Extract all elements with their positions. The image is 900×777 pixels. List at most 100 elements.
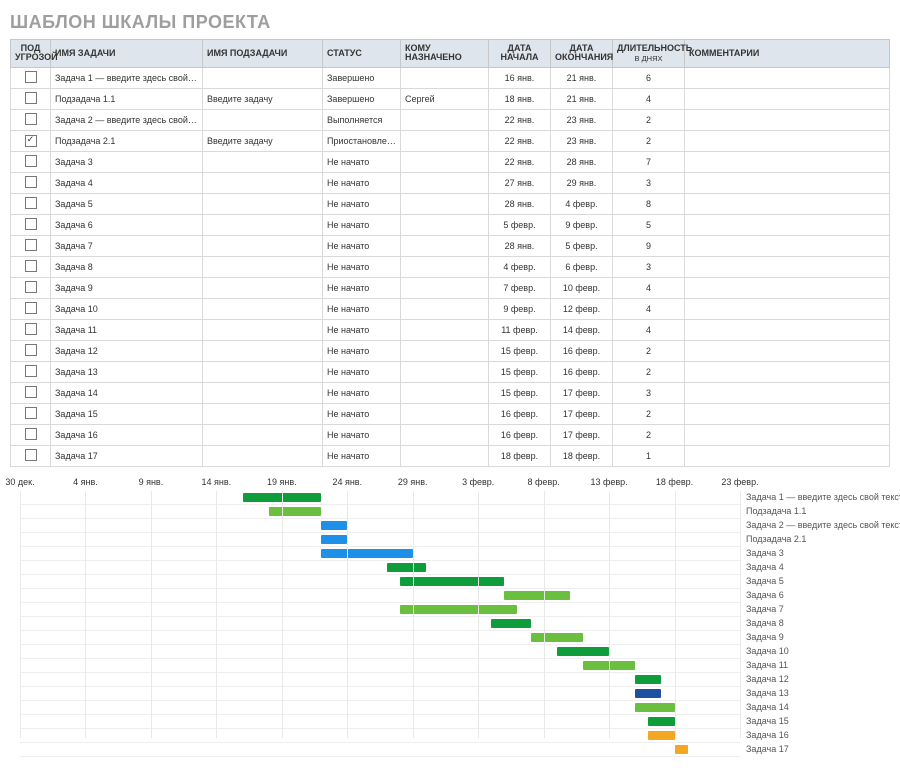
cell-start[interactable]: 15 февр.	[489, 340, 551, 361]
cell-start[interactable]: 5 февр.	[489, 214, 551, 235]
risk-checkbox[interactable]	[25, 92, 37, 104]
gantt-bar[interactable]	[648, 731, 674, 740]
risk-checkbox[interactable]	[25, 386, 37, 398]
cell-status[interactable]: Не начато	[323, 340, 401, 361]
cell-end[interactable]: 18 февр.	[551, 445, 613, 466]
risk-checkbox[interactable]	[25, 302, 37, 314]
cell-end[interactable]: 17 февр.	[551, 382, 613, 403]
cell-end[interactable]: 29 янв.	[551, 172, 613, 193]
risk-checkbox[interactable]	[25, 113, 37, 125]
cell-dur[interactable]: 3	[613, 382, 685, 403]
cell-sub[interactable]	[203, 319, 323, 340]
cell-start[interactable]: 15 февр.	[489, 382, 551, 403]
gantt-bar[interactable]	[635, 675, 661, 684]
cell-end[interactable]: 9 февр.	[551, 214, 613, 235]
cell-assign[interactable]	[401, 277, 489, 298]
cell-dur[interactable]: 1	[613, 445, 685, 466]
cell-assign[interactable]	[401, 424, 489, 445]
cell-comm[interactable]	[685, 88, 890, 109]
cell-task[interactable]: Задача 16	[51, 424, 203, 445]
cell-sub[interactable]: Введите задачу	[203, 88, 323, 109]
cell-sub[interactable]	[203, 109, 323, 130]
gantt-bar[interactable]	[504, 591, 569, 600]
cell-sub[interactable]	[203, 277, 323, 298]
cell-status[interactable]: Не начато	[323, 235, 401, 256]
risk-checkbox[interactable]	[25, 176, 37, 188]
cell-comm[interactable]	[685, 298, 890, 319]
risk-checkbox[interactable]	[25, 449, 37, 461]
cell-status[interactable]: Завершено	[323, 67, 401, 88]
cell-assign[interactable]	[401, 172, 489, 193]
cell-end[interactable]: 17 февр.	[551, 424, 613, 445]
gantt-bar[interactable]	[321, 521, 347, 530]
cell-assign[interactable]	[401, 298, 489, 319]
cell-comm[interactable]	[685, 361, 890, 382]
gantt-bar[interactable]	[321, 535, 347, 544]
cell-dur[interactable]: 5	[613, 214, 685, 235]
gantt-bar[interactable]	[635, 689, 661, 698]
cell-task[interactable]: Задача 4	[51, 172, 203, 193]
risk-checkbox[interactable]	[25, 344, 37, 356]
cell-sub[interactable]	[203, 235, 323, 256]
cell-sub[interactable]	[203, 193, 323, 214]
cell-task[interactable]: Задача 8	[51, 256, 203, 277]
risk-checkbox[interactable]	[25, 365, 37, 377]
cell-status[interactable]: Завершено	[323, 88, 401, 109]
cell-start[interactable]: 22 янв.	[489, 109, 551, 130]
cell-start[interactable]: 28 янв.	[489, 193, 551, 214]
cell-status[interactable]: Не начато	[323, 319, 401, 340]
cell-start[interactable]: 28 янв.	[489, 235, 551, 256]
cell-task[interactable]: Задача 12	[51, 340, 203, 361]
risk-checkbox[interactable]	[25, 239, 37, 251]
cell-status[interactable]: Не начато	[323, 424, 401, 445]
risk-checkbox[interactable]	[25, 323, 37, 335]
gantt-bar[interactable]	[387, 563, 426, 572]
cell-sub[interactable]	[203, 256, 323, 277]
cell-start[interactable]: 11 февр.	[489, 319, 551, 340]
cell-start[interactable]: 9 февр.	[489, 298, 551, 319]
cell-task[interactable]: Задача 11	[51, 319, 203, 340]
cell-assign[interactable]	[401, 109, 489, 130]
cell-assign[interactable]	[401, 130, 489, 151]
gantt-bar[interactable]	[675, 745, 688, 754]
cell-task[interactable]: Задача 14	[51, 382, 203, 403]
cell-task[interactable]: Задача 17	[51, 445, 203, 466]
cell-sub[interactable]	[203, 424, 323, 445]
cell-sub[interactable]	[203, 382, 323, 403]
cell-comm[interactable]	[685, 193, 890, 214]
cell-status[interactable]: Выполняется	[323, 109, 401, 130]
cell-status[interactable]: Не начато	[323, 277, 401, 298]
cell-assign[interactable]	[401, 403, 489, 424]
cell-comm[interactable]	[685, 172, 890, 193]
cell-dur[interactable]: 6	[613, 67, 685, 88]
cell-assign[interactable]	[401, 319, 489, 340]
cell-start[interactable]: 22 янв.	[489, 151, 551, 172]
cell-status[interactable]: Не начато	[323, 445, 401, 466]
cell-start[interactable]: 16 февр.	[489, 424, 551, 445]
cell-status[interactable]: Приостановлено	[323, 130, 401, 151]
cell-comm[interactable]	[685, 424, 890, 445]
cell-comm[interactable]	[685, 130, 890, 151]
cell-comm[interactable]	[685, 445, 890, 466]
cell-status[interactable]: Не начато	[323, 172, 401, 193]
cell-status[interactable]: Не начато	[323, 256, 401, 277]
cell-sub[interactable]	[203, 214, 323, 235]
cell-sub[interactable]	[203, 298, 323, 319]
cell-comm[interactable]	[685, 256, 890, 277]
cell-end[interactable]: 14 февр.	[551, 319, 613, 340]
cell-task[interactable]: Задача 10	[51, 298, 203, 319]
cell-sub[interactable]	[203, 361, 323, 382]
cell-status[interactable]: Не начато	[323, 403, 401, 424]
cell-dur[interactable]: 8	[613, 193, 685, 214]
gantt-bar[interactable]	[557, 647, 609, 656]
cell-task[interactable]: Задача 2 — введите здесь свой текст	[51, 109, 203, 130]
cell-task[interactable]: Задача 9	[51, 277, 203, 298]
cell-assign[interactable]	[401, 382, 489, 403]
gantt-bar[interactable]	[400, 577, 505, 586]
cell-assign[interactable]	[401, 235, 489, 256]
risk-checkbox[interactable]	[25, 155, 37, 167]
cell-assign[interactable]	[401, 445, 489, 466]
cell-task[interactable]: Задача 15	[51, 403, 203, 424]
cell-assign[interactable]	[401, 151, 489, 172]
cell-comm[interactable]	[685, 277, 890, 298]
